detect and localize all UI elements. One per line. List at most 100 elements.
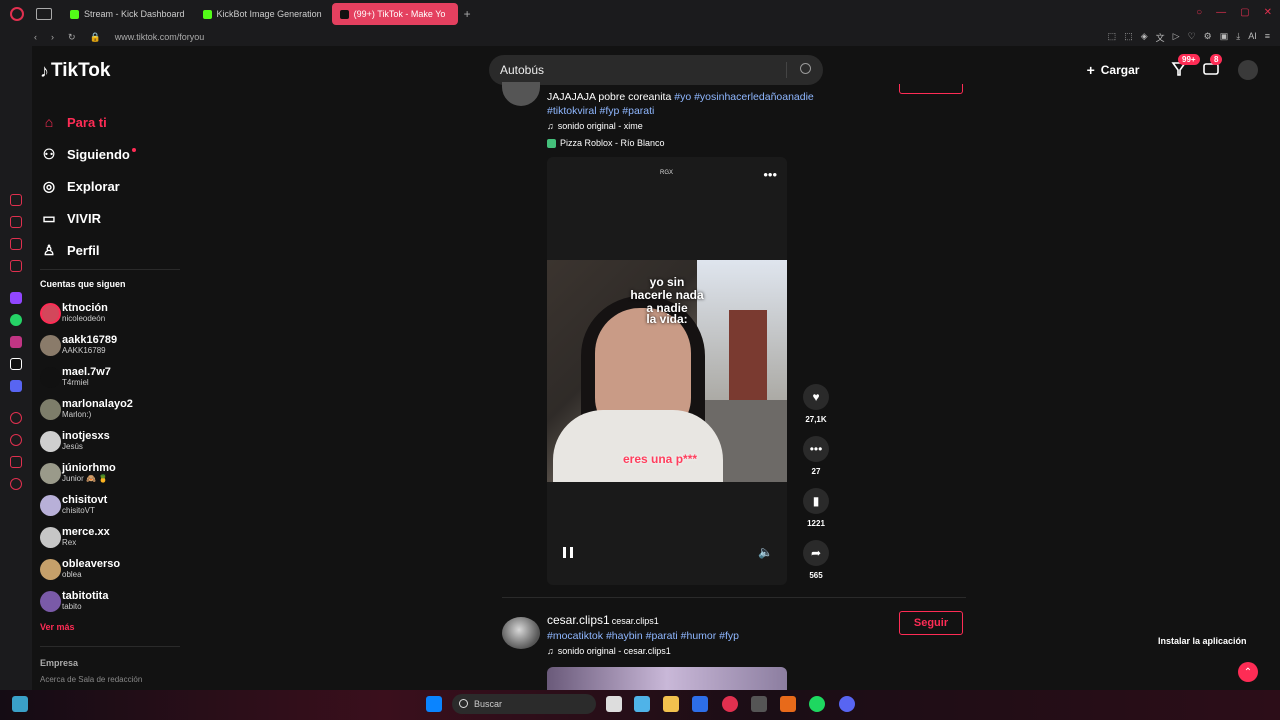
- download-icon[interactable]: ⤓: [1236, 31, 1240, 44]
- ai-icon[interactable]: AI: [1248, 31, 1257, 44]
- volume-icon[interactable]: 🔈: [758, 545, 773, 559]
- clock-icon[interactable]: [10, 434, 22, 446]
- search-icon[interactable]: [800, 63, 811, 74]
- minimize-button[interactable]: —: [1216, 7, 1226, 18]
- tiktok-logo[interactable]: ♪ TikTok: [40, 60, 110, 82]
- spotify-icon[interactable]: [809, 696, 825, 712]
- scroll-top-button[interactable]: ⌃: [1238, 662, 1258, 682]
- location-link[interactable]: Pizza Roblox - Río Blanco: [547, 136, 847, 150]
- extensions-icon[interactable]: [10, 456, 22, 468]
- pause-icon[interactable]: [563, 547, 573, 558]
- upload-button[interactable]: + Cargar: [1076, 58, 1150, 82]
- account-item[interactable]: merce.xx Rex: [40, 521, 133, 553]
- workspace-icon[interactable]: [10, 238, 22, 250]
- new-tab-button[interactable]: +: [464, 7, 471, 21]
- browser-tab[interactable]: Stream - Kick Dashboard: [62, 3, 193, 25]
- account-item[interactable]: obleaverso oblea: [40, 553, 133, 585]
- search-tabs-icon[interactable]: ○: [1196, 7, 1202, 18]
- avatar[interactable]: [1238, 60, 1258, 80]
- file-explorer-icon[interactable]: [663, 696, 679, 712]
- comment-button[interactable]: ••• 27: [799, 436, 833, 476]
- video-player[interactable]: RGX ••• yo sin hacerle nada a nadie la v…: [547, 157, 787, 585]
- forward-button[interactable]: ›: [51, 32, 54, 43]
- opera-logo-icon[interactable]: [10, 7, 24, 21]
- post-avatar[interactable]: [502, 617, 540, 649]
- account-item[interactable]: ktnoción nicoleodeón: [40, 297, 133, 329]
- store-icon[interactable]: [692, 696, 708, 712]
- bookmark-icon[interactable]: [10, 260, 22, 272]
- steam-icon[interactable]: [751, 696, 767, 712]
- hashtags[interactable]: #tiktokviral #fyp #parati: [547, 104, 847, 118]
- discord-icon[interactable]: [10, 380, 22, 392]
- share-button[interactable]: ➦ 565: [799, 540, 833, 580]
- copilot-icon[interactable]: [634, 696, 650, 712]
- url-field[interactable]: www.tiktok.com/foryou: [115, 32, 205, 42]
- windows-start-icon[interactable]: [426, 696, 442, 712]
- avatar: [40, 366, 61, 388]
- app-icon[interactable]: [780, 696, 796, 712]
- like-button[interactable]: ♥ 27,1K: [799, 384, 833, 424]
- nav-item-vivir[interactable]: ▭ VIVIR: [40, 202, 136, 234]
- play-icon[interactable]: ▷: [1173, 31, 1180, 44]
- messages-icon[interactable]: 8: [1202, 54, 1223, 78]
- account-item[interactable]: inotjesxs Jesús: [40, 425, 133, 457]
- whatsapp-icon[interactable]: [10, 314, 22, 326]
- nav-item-explorar[interactable]: ◎ Explorar: [40, 170, 136, 202]
- hashtags[interactable]: #mocatiktok #haybin #parati #humor #fyp: [547, 630, 739, 642]
- post-avatar[interactable]: [502, 82, 540, 106]
- taskbar-search[interactable]: Buscar: [452, 694, 596, 714]
- account-item[interactable]: tabitotita tabito: [40, 585, 133, 617]
- follow-button[interactable]: Seguir: [899, 611, 963, 635]
- browser-tab[interactable]: KickBot Image Generation: [195, 3, 330, 25]
- settings-icon[interactable]: [10, 478, 22, 490]
- tiktok-icon[interactable]: [10, 358, 22, 370]
- task-view-icon[interactable]: [606, 696, 622, 712]
- video-player[interactable]: [547, 667, 787, 690]
- settings-icon[interactable]: ⚙: [1204, 31, 1212, 44]
- account-item[interactable]: chisitovt chisitoVT: [40, 489, 133, 521]
- maximize-button[interactable]: ▢: [1240, 7, 1249, 18]
- extension-icon[interactable]: ⬚: [1108, 31, 1117, 44]
- company-links[interactable]: Acerca de Sala de redacción: [40, 675, 142, 684]
- music-link[interactable]: ♫ sonido original - xime: [547, 119, 847, 133]
- heart-icon[interactable]: ♡: [1188, 31, 1196, 44]
- opera-gx-icon[interactable]: [722, 696, 738, 712]
- post-author[interactable]: cesar.clips1 cesar.clips1: [547, 613, 659, 627]
- account-item[interactable]: júniorhmo Junior 🙈 🍍: [40, 457, 133, 489]
- nav-item-perfil[interactable]: ♙ Perfil: [40, 234, 136, 266]
- pinboard-icon[interactable]: [10, 216, 22, 228]
- inbox-icon[interactable]: 99+: [1170, 54, 1200, 78]
- translate-icon[interactable]: 文: [1156, 31, 1165, 44]
- nav-item-para-ti[interactable]: ⌂ Para ti: [40, 106, 136, 138]
- discord-icon[interactable]: [839, 696, 855, 712]
- hashtags[interactable]: #yo #yosinhacerledañoanadie: [674, 91, 814, 103]
- more-options-icon[interactable]: •••: [763, 167, 777, 182]
- search-input[interactable]: Autobús: [489, 55, 823, 85]
- save-button[interactable]: ▮ 1221: [799, 488, 833, 528]
- see-more-link[interactable]: Ver más: [40, 622, 75, 632]
- reload-button[interactable]: ↻: [68, 32, 76, 43]
- post-caption: JAJAJAJA pobre coreanita #yo #yosinhacer…: [547, 90, 847, 150]
- account-item[interactable]: mael.7w7 T4rmiel: [40, 361, 133, 393]
- shield-icon[interactable]: ◈: [1141, 31, 1148, 44]
- menu-icon[interactable]: ≡: [1265, 31, 1270, 44]
- history-icon[interactable]: [10, 194, 22, 206]
- back-button[interactable]: ‹: [34, 32, 37, 43]
- player-icon[interactable]: [10, 412, 22, 424]
- tab-menu-icon[interactable]: [36, 8, 52, 20]
- music-link[interactable]: ♫ sonido original - cesar.clips1: [547, 646, 671, 656]
- follow-button[interactable]: [899, 84, 963, 94]
- app-icon[interactable]: [12, 696, 28, 712]
- twitch-icon[interactable]: [10, 292, 22, 304]
- snapshot-icon[interactable]: ⬚: [1124, 31, 1133, 44]
- account-item[interactable]: marlonalayo2 Marlon:): [40, 393, 133, 425]
- account-item[interactable]: aakk16789 AAKK16789: [40, 329, 133, 361]
- avatar: [40, 558, 61, 580]
- browser-tab-active[interactable]: (99+) TikTok - Make Yo: [331, 3, 458, 25]
- close-button[interactable]: ✕: [1264, 7, 1272, 18]
- company-heading[interactable]: Empresa: [40, 658, 78, 668]
- wallet-icon[interactable]: ▣: [1220, 31, 1229, 44]
- nav-item-siguiendo[interactable]: ⚇ Siguiendo: [40, 138, 136, 170]
- install-app-link[interactable]: Instalar la aplicación: [1158, 636, 1247, 646]
- instagram-icon[interactable]: [10, 336, 22, 348]
